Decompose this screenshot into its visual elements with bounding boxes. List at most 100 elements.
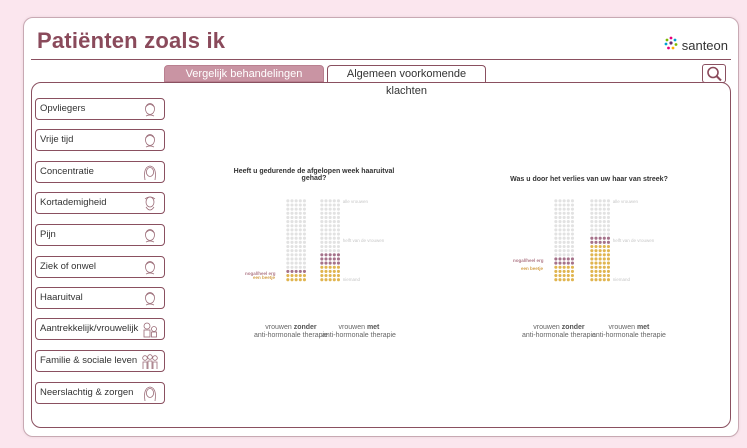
dot-empty <box>590 199 594 203</box>
group-label-bold: met <box>366 324 380 331</box>
dot-empty <box>570 215 574 219</box>
dot-empty <box>324 236 328 240</box>
dot-empty <box>286 244 290 249</box>
dot-empty <box>290 220 294 224</box>
dot-empty <box>298 203 302 207</box>
dot-empty <box>324 232 328 236</box>
sidebar-item-ziek-of-onwel[interactable]: Ziek of onwel <box>35 256 165 278</box>
dot-een-beetje <box>590 274 594 278</box>
dot-een-beetje <box>566 278 570 282</box>
dot-empty <box>598 211 602 215</box>
family-icon <box>141 353 159 379</box>
face-icon <box>141 101 159 127</box>
face-breathing-icon <box>141 195 159 221</box>
group-label-pre: vrouwen <box>338 324 367 331</box>
sidebar-item-label: Vrije tijd <box>40 134 74 145</box>
sidebar-item-vrije-tijd[interactable]: Vrije tijd <box>35 129 165 151</box>
dot-een-beetje <box>336 274 340 278</box>
dot-een-beetje <box>602 244 606 249</box>
dot-een-beetje <box>602 265 606 269</box>
dot-een-beetje <box>570 274 574 278</box>
dot-nogal-heel-erg <box>566 261 570 265</box>
tab-vergelijk-behandelingen[interactable]: Vergelijk behandelingen <box>164 65 324 82</box>
sidebar-item-familie-sociale-leven[interactable]: Familie & sociale leven <box>35 350 165 372</box>
dot-empty <box>290 232 294 236</box>
face-icon <box>141 259 159 285</box>
dot-empty <box>590 228 594 232</box>
dot-een-beetje <box>562 269 566 273</box>
dot-empty <box>590 220 594 224</box>
group-label-bold: zonder <box>293 324 317 331</box>
dot-een-beetje <box>570 278 574 282</box>
sidebar-item-concentratie[interactable]: Concentratie <box>35 161 165 183</box>
group-label-sub: anti-hormonale therapie <box>592 332 666 339</box>
dot-empty <box>602 224 606 228</box>
dot-empty <box>332 211 336 215</box>
dot-empty <box>328 236 332 240</box>
dot-empty <box>590 211 594 215</box>
dot-nogal-heel-erg <box>570 257 574 261</box>
dot-nogal-heel-erg <box>286 269 290 273</box>
dot-empty <box>298 240 302 244</box>
dot-een-beetje <box>590 257 594 261</box>
sidebar-item-label: Ziek of onwel <box>40 261 96 272</box>
dot-een-beetje <box>328 265 332 269</box>
dot-empty <box>606 228 610 232</box>
label-nogal-heel-erg: nogal/heel erg <box>245 270 276 276</box>
dot-nogal-heel-erg <box>328 261 332 265</box>
dot-empty <box>302 232 306 236</box>
dot-een-beetje <box>590 261 594 265</box>
people-icon <box>141 321 159 347</box>
dot-empty <box>294 236 298 240</box>
sidebar-item-aantrekkelijk-vrouwelijk[interactable]: Aantrekkelijk/vrouwelijk <box>35 318 165 340</box>
dot-een-beetje <box>590 253 594 257</box>
dot-nogal-heel-erg <box>606 236 610 240</box>
dot-empty <box>320 228 324 232</box>
dot-empty <box>324 249 328 253</box>
dot-empty <box>570 220 574 224</box>
dot-nogal-heel-erg <box>598 236 602 240</box>
dot-empty <box>298 207 302 211</box>
sidebar-item-label: Opvliegers <box>40 103 86 114</box>
dot-nogal-heel-erg <box>290 269 294 273</box>
dot-empty <box>298 215 302 219</box>
sidebar-item-neerslachtig-zorgen[interactable]: Neerslachtig & zorgen <box>35 382 165 404</box>
dot-empty <box>558 211 562 215</box>
dot-empty <box>328 203 332 207</box>
dot-empty <box>594 215 598 219</box>
dot-nogal-heel-erg <box>324 253 328 257</box>
dot-empty <box>606 211 610 215</box>
label-nogal-heel-erg: nogal/heel erg <box>513 258 544 264</box>
dot-een-beetje <box>294 274 298 278</box>
dot-empty <box>554 249 558 253</box>
dot-empty <box>290 261 294 265</box>
dot-empty <box>558 199 562 203</box>
dot-empty <box>602 228 606 232</box>
santeon-logo-icon <box>664 36 678 55</box>
dot-nogal-heel-erg <box>320 253 324 257</box>
dot-empty <box>602 199 606 203</box>
dot-empty <box>290 211 294 215</box>
group-label-bold: met <box>636 324 650 331</box>
dot-empty <box>554 220 558 224</box>
dot-empty <box>328 224 332 228</box>
sidebar-item-kortademigheid[interactable]: Kortademigheid <box>35 192 165 214</box>
dot-empty <box>302 207 306 211</box>
dot-empty <box>602 220 606 224</box>
tab-algemeen-klachten[interactable]: Algemeen voorkomende klachten <box>327 65 486 97</box>
dot-een-beetje <box>286 274 290 278</box>
dot-empty <box>570 224 574 228</box>
sidebar-item-haaruitval[interactable]: Haaruitval <box>35 287 165 309</box>
dot-empty <box>286 253 290 257</box>
search-button[interactable] <box>702 64 726 83</box>
dot-empty <box>294 220 298 224</box>
sidebar-item-opvliegers[interactable]: Opvliegers <box>35 98 165 120</box>
dot-nogal-heel-erg <box>606 240 610 244</box>
sidebar-item-pijn[interactable]: Pijn <box>35 224 165 246</box>
dot-een-beetje <box>594 244 598 249</box>
dot-een-beetje <box>570 269 574 273</box>
dot-empty <box>290 249 294 253</box>
dot-empty <box>320 207 324 211</box>
dot-empty <box>558 224 562 228</box>
dot-empty <box>320 215 324 219</box>
